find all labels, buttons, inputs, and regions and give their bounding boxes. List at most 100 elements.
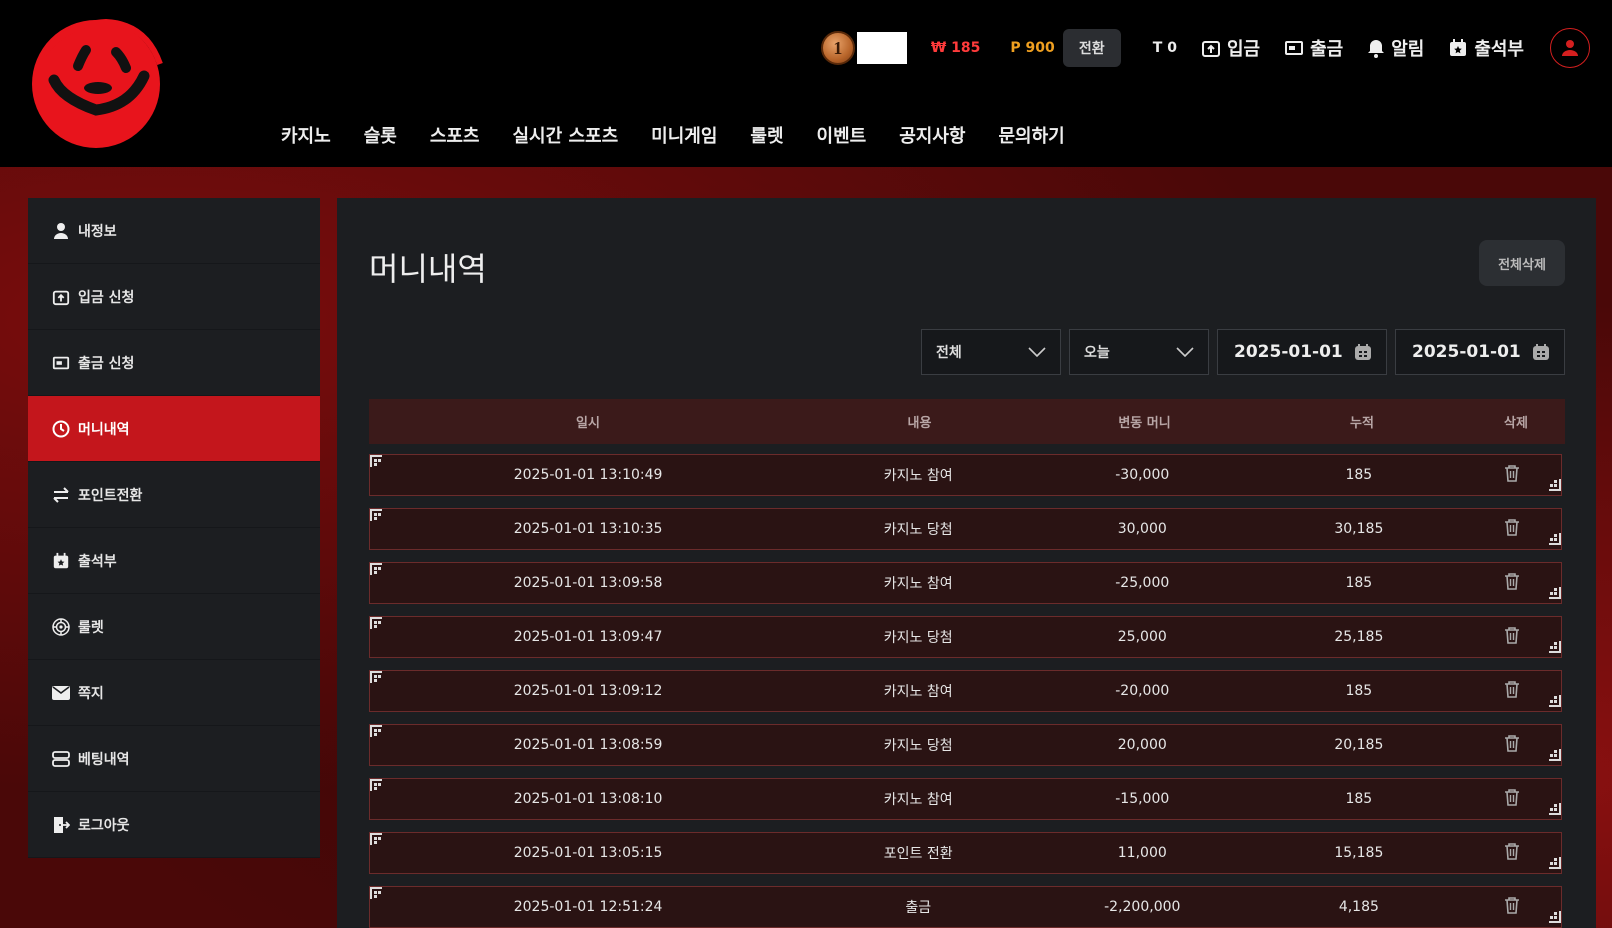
column-header-date: 일시 — [576, 416, 600, 431]
nav-live-sports[interactable]: 실시간 스포츠 — [513, 122, 619, 148]
logout-icon — [54, 816, 70, 833]
cell-date: 2025-01-01 13:10:35 — [513, 521, 663, 537]
list-icon — [52, 750, 70, 767]
user-icon — [1562, 40, 1578, 56]
nav-inquiry[interactable]: 문의하기 — [998, 122, 1064, 148]
sidebar: 내정보 입금 신청 출금 신청 머니내역 포인트전환 출석부 룰렛 쪽지 베팅내… — [28, 198, 320, 858]
period-select[interactable]: 오늘 — [1069, 329, 1209, 375]
date-to-field[interactable]: 2025-01-01 — [1395, 329, 1565, 375]
sidebar-item-logout[interactable]: 로그아웃 — [28, 792, 320, 858]
corner-decoration-icon — [370, 833, 384, 851]
top-link-label: 입금 — [1226, 39, 1261, 60]
top-link-withdraw[interactable]: 출금 — [1284, 35, 1343, 61]
table-row: 2025-01-01 13:10:35 카지노 당첨 30,000 30,185 — [369, 508, 1562, 550]
trash-icon — [1504, 518, 1520, 540]
cell-date: 2025-01-01 13:10:49 — [513, 467, 663, 483]
sidebar-item-profile[interactable]: 내정보 — [28, 198, 320, 264]
trash-icon — [1504, 734, 1520, 756]
corner-decoration-icon — [1547, 639, 1561, 657]
nav-event[interactable]: 이벤트 — [817, 122, 867, 148]
period-select-value: 오늘 — [1084, 345, 1110, 361]
mail-icon — [52, 685, 70, 700]
cell-content: 카지노 참여 — [883, 792, 953, 808]
cell-date: 2025-01-01 13:08:59 — [513, 737, 663, 753]
username-box[interactable] — [856, 32, 907, 64]
sidebar-item-label: 룰렛 — [78, 619, 104, 636]
header: 1 ₩ 185 P 900 전환 T 0 입금 출금 알림 출석부 카지노 슬롯… — [0, 0, 1612, 167]
cell-date: 2025-01-01 13:05:15 — [513, 845, 663, 861]
trash-icon — [1504, 464, 1520, 486]
sidebar-item-roulette[interactable]: 룰렛 — [28, 594, 320, 660]
cell-date: 2025-01-01 13:09:58 — [513, 575, 663, 591]
trash-icon — [1504, 572, 1520, 594]
exchange-icon — [53, 486, 69, 503]
cell-amount: 11,000 — [1117, 845, 1167, 861]
nav-sports[interactable]: 스포츠 — [430, 122, 480, 148]
cell-total: 185 — [1345, 791, 1373, 807]
corner-decoration-icon — [370, 509, 384, 527]
sidebar-item-label: 쪽지 — [78, 685, 104, 702]
top-link-attendance[interactable]: 출석부 — [1448, 35, 1524, 61]
cell-content: 출금 — [905, 900, 932, 916]
type-select-value: 전체 — [936, 345, 962, 361]
nav-minigame[interactable]: 미니게임 — [651, 122, 717, 148]
sidebar-item-label: 로그아웃 — [78, 817, 130, 834]
corner-decoration-icon — [1547, 531, 1561, 549]
nav-slot[interactable]: 슬롯 — [364, 122, 397, 148]
cell-amount: 30,000 — [1117, 521, 1167, 537]
corner-decoration-icon — [370, 725, 384, 743]
cell-amount: -2,200,000 — [1104, 899, 1181, 915]
trash-icon — [1504, 896, 1520, 918]
profile-button[interactable] — [1550, 28, 1590, 68]
nav-roulette[interactable]: 룰렛 — [750, 122, 783, 148]
sidebar-item-attendance[interactable]: 출석부 — [28, 528, 320, 594]
convert-button[interactable]: 전환 — [1062, 29, 1121, 67]
cell-content: 카지노 당첨 — [883, 522, 953, 538]
sidebar-item-withdraw[interactable]: 출금 신청 — [28, 330, 320, 396]
table-row: 2025-01-01 12:51:24 출금 -2,200,000 4,185 — [369, 886, 1562, 928]
trash-icon — [1504, 680, 1520, 702]
trash-icon — [1504, 842, 1520, 864]
date-to-value: 2025-01-01 — [1412, 342, 1521, 362]
sidebar-item-label: 입금 신청 — [78, 289, 135, 306]
cell-content: 카지노 참여 — [883, 684, 953, 700]
calendar-icon[interactable] — [1354, 343, 1372, 361]
sidebar-item-label: 베팅내역 — [78, 751, 130, 768]
type-select[interactable]: 전체 — [921, 329, 1061, 375]
corner-decoration-icon — [1547, 855, 1561, 873]
corner-decoration-icon — [370, 779, 384, 797]
cell-total: 185 — [1345, 575, 1373, 591]
top-link-label: 알림 — [1391, 39, 1425, 60]
sidebar-item-label: 출금 신청 — [78, 355, 135, 372]
sidebar-item-messages[interactable]: 쪽지 — [28, 660, 320, 726]
cell-content: 카지노 참여 — [883, 468, 953, 484]
sidebar-item-money-history[interactable]: 머니내역 — [28, 396, 320, 462]
filter-bar: 전체 오늘 2025-01-01 2025-01-01 — [921, 329, 1565, 375]
cell-amount: -15,000 — [1115, 791, 1170, 807]
corner-decoration-icon — [1547, 693, 1561, 711]
top-link-label: 출금 — [1310, 39, 1344, 60]
sidebar-item-deposit[interactable]: 입금 신청 — [28, 264, 320, 330]
top-account-bar: 1 ₩ 185 P 900 전환 T 0 입금 출금 알림 출석부 — [820, 28, 1590, 68]
sidebar-item-bet-history[interactable]: 베팅내역 — [28, 726, 320, 792]
column-header-amount: 변동 머니 — [1118, 416, 1171, 431]
date-from-field[interactable]: 2025-01-01 — [1217, 329, 1387, 375]
delete-all-button[interactable]: 전체삭제 — [1479, 240, 1565, 286]
cell-total: 15,185 — [1334, 845, 1384, 861]
top-link-deposit[interactable]: 입금 — [1201, 35, 1260, 61]
top-link-notifications[interactable]: 알림 — [1367, 35, 1424, 61]
roulette-icon — [52, 617, 70, 636]
table-row: 2025-01-01 13:05:15 포인트 전환 11,000 15,185 — [369, 832, 1562, 874]
column-header-delete: 삭제 — [1504, 416, 1528, 431]
cell-amount: 20,000 — [1117, 737, 1167, 753]
page-title: 머니내역 — [369, 250, 487, 288]
cell-total: 185 — [1345, 467, 1373, 483]
nav-casino[interactable]: 카지노 — [281, 122, 331, 148]
calendar-icon[interactable] — [1532, 343, 1550, 361]
money-balance: ₩ 185 — [930, 40, 981, 56]
sidebar-item-point-exchange[interactable]: 포인트전환 — [28, 462, 320, 528]
nav-notice[interactable]: 공지사항 — [899, 122, 965, 148]
sidebar-item-label: 머니내역 — [78, 421, 130, 438]
withdraw-icon — [52, 356, 70, 369]
site-logo[interactable] — [26, 14, 166, 152]
